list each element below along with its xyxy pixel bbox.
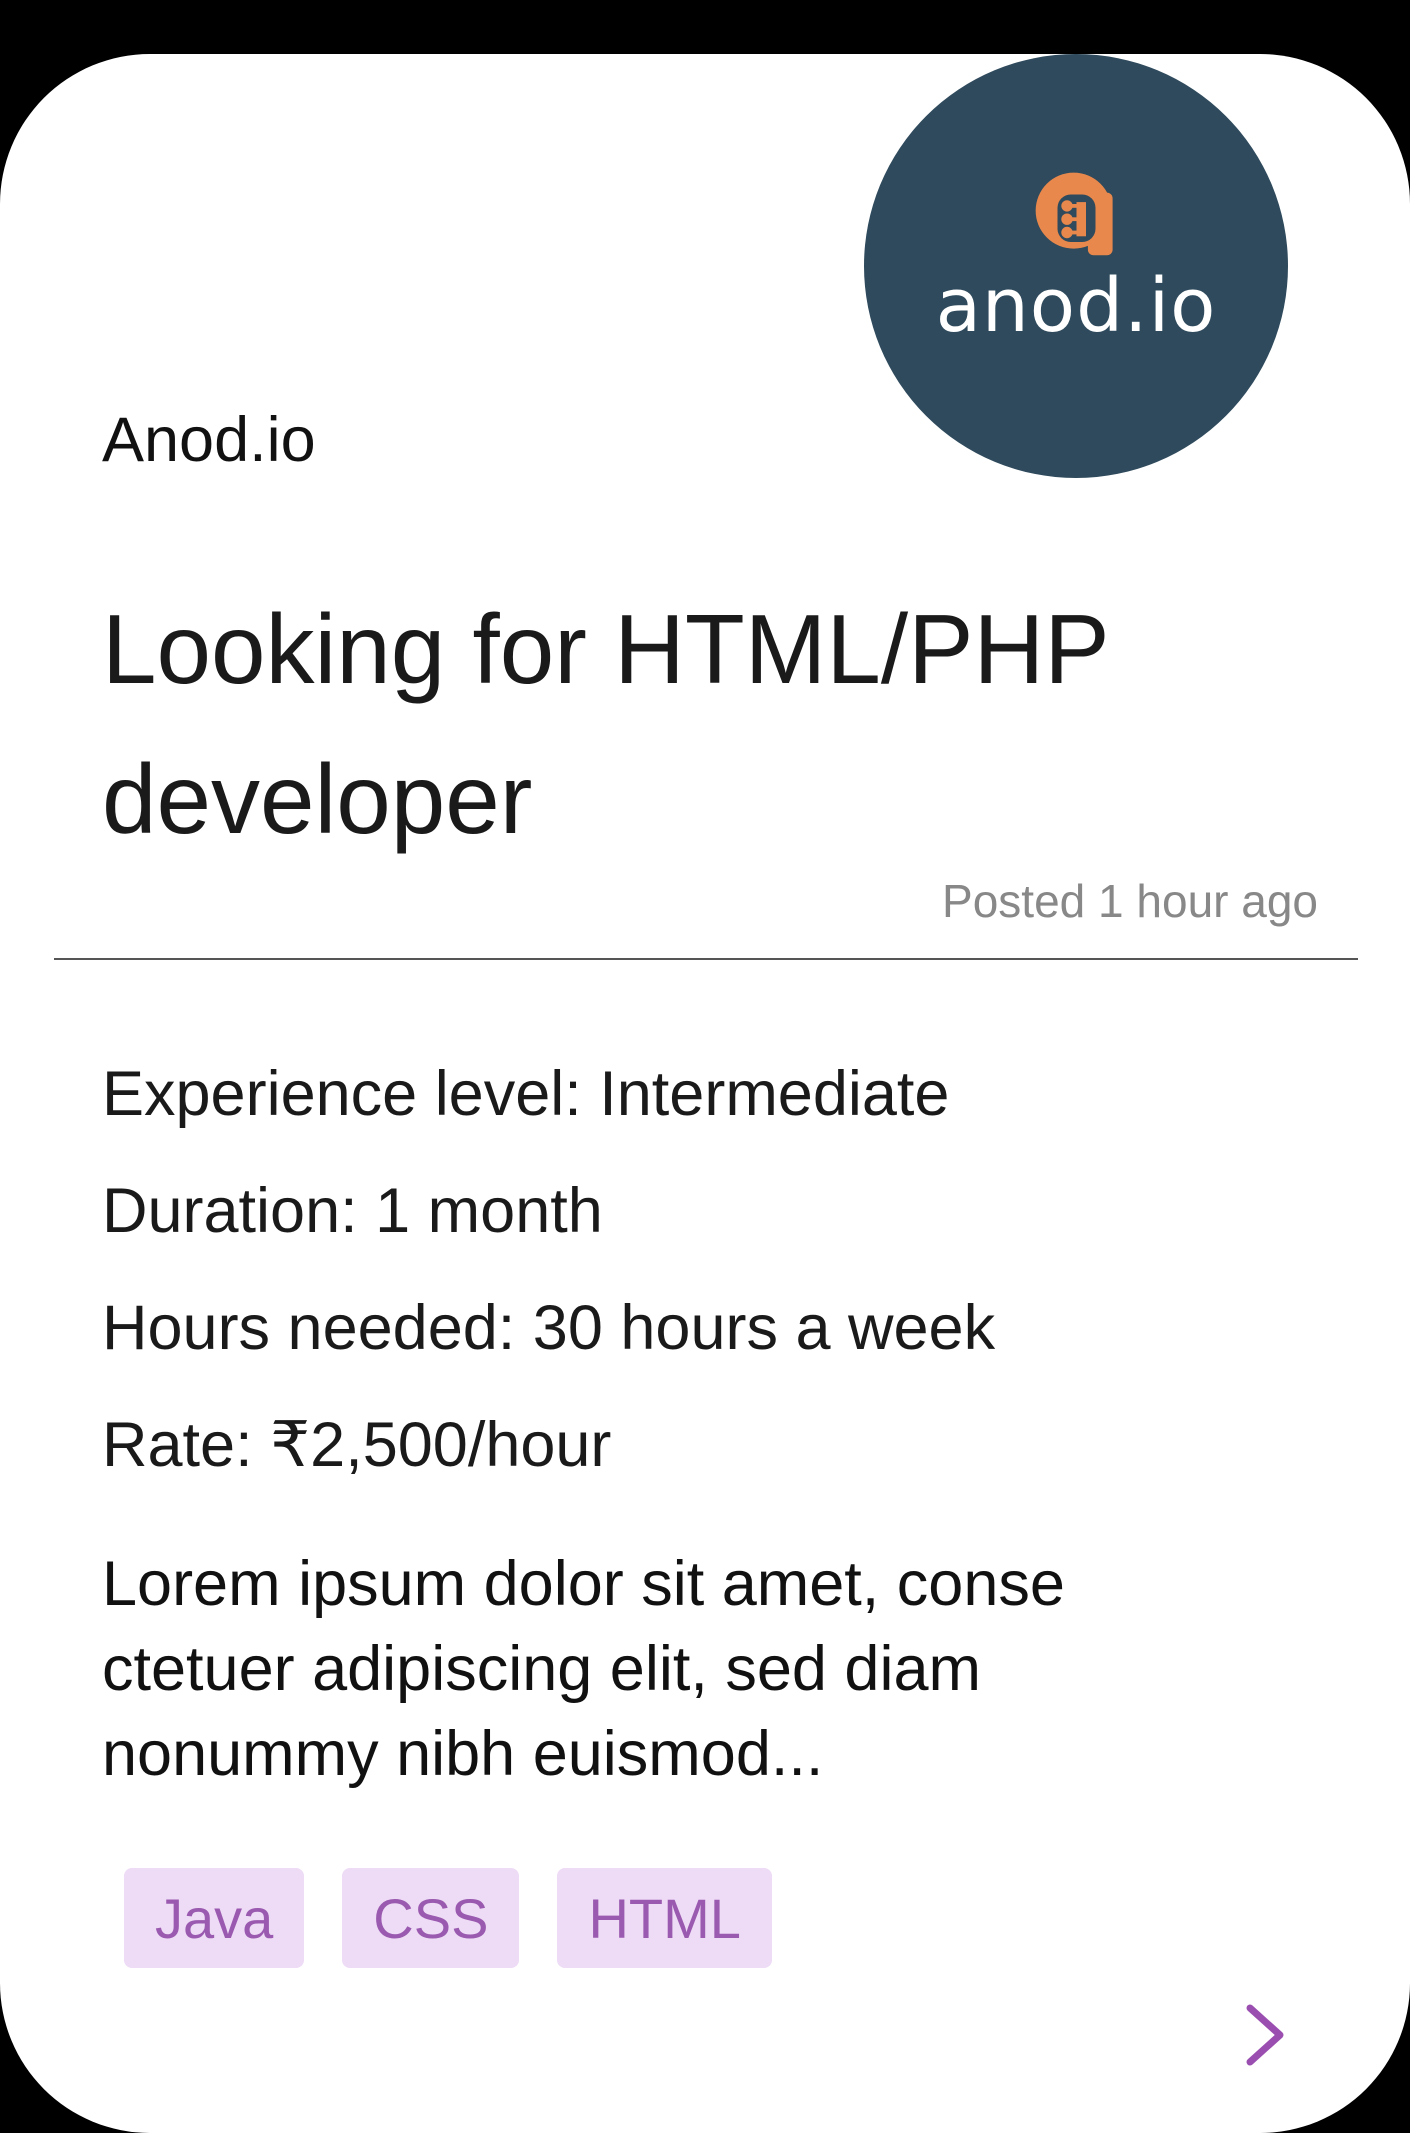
skill-tags: Java CSS HTML [124,1868,772,1968]
experience-level: Experience level: Intermediate [102,1059,950,1129]
skill-tag[interactable]: CSS [342,1868,520,1968]
logo-wordmark: anod.io [935,263,1217,349]
duration: Duration: 1 month [102,1176,603,1246]
chevron-right-icon[interactable] [1240,2000,1290,2070]
skill-tag[interactable]: HTML [557,1868,772,1968]
anod-logo-icon [1035,172,1113,256]
divider [54,958,1358,960]
job-description: Lorem ipsum dolor sit amet, conse ctetue… [102,1549,1065,1789]
hours-needed: Hours needed: 30 hours a week [102,1293,996,1363]
skill-tag[interactable]: Java [124,1868,305,1968]
posted-time: Posted 1 hour ago [942,875,1318,927]
job-card[interactable]: anod.io Anod.io Looking for HTML/PHP dev… [0,54,1410,2133]
company-name: Anod.io [102,405,316,475]
rate: Rate: ₹2,500/hour [102,1410,612,1480]
job-details: Experience level: Intermediate Duration:… [102,1054,995,1522]
company-logo: anod.io [864,54,1288,478]
job-title: Looking for HTML/PHP developer [102,594,1108,854]
